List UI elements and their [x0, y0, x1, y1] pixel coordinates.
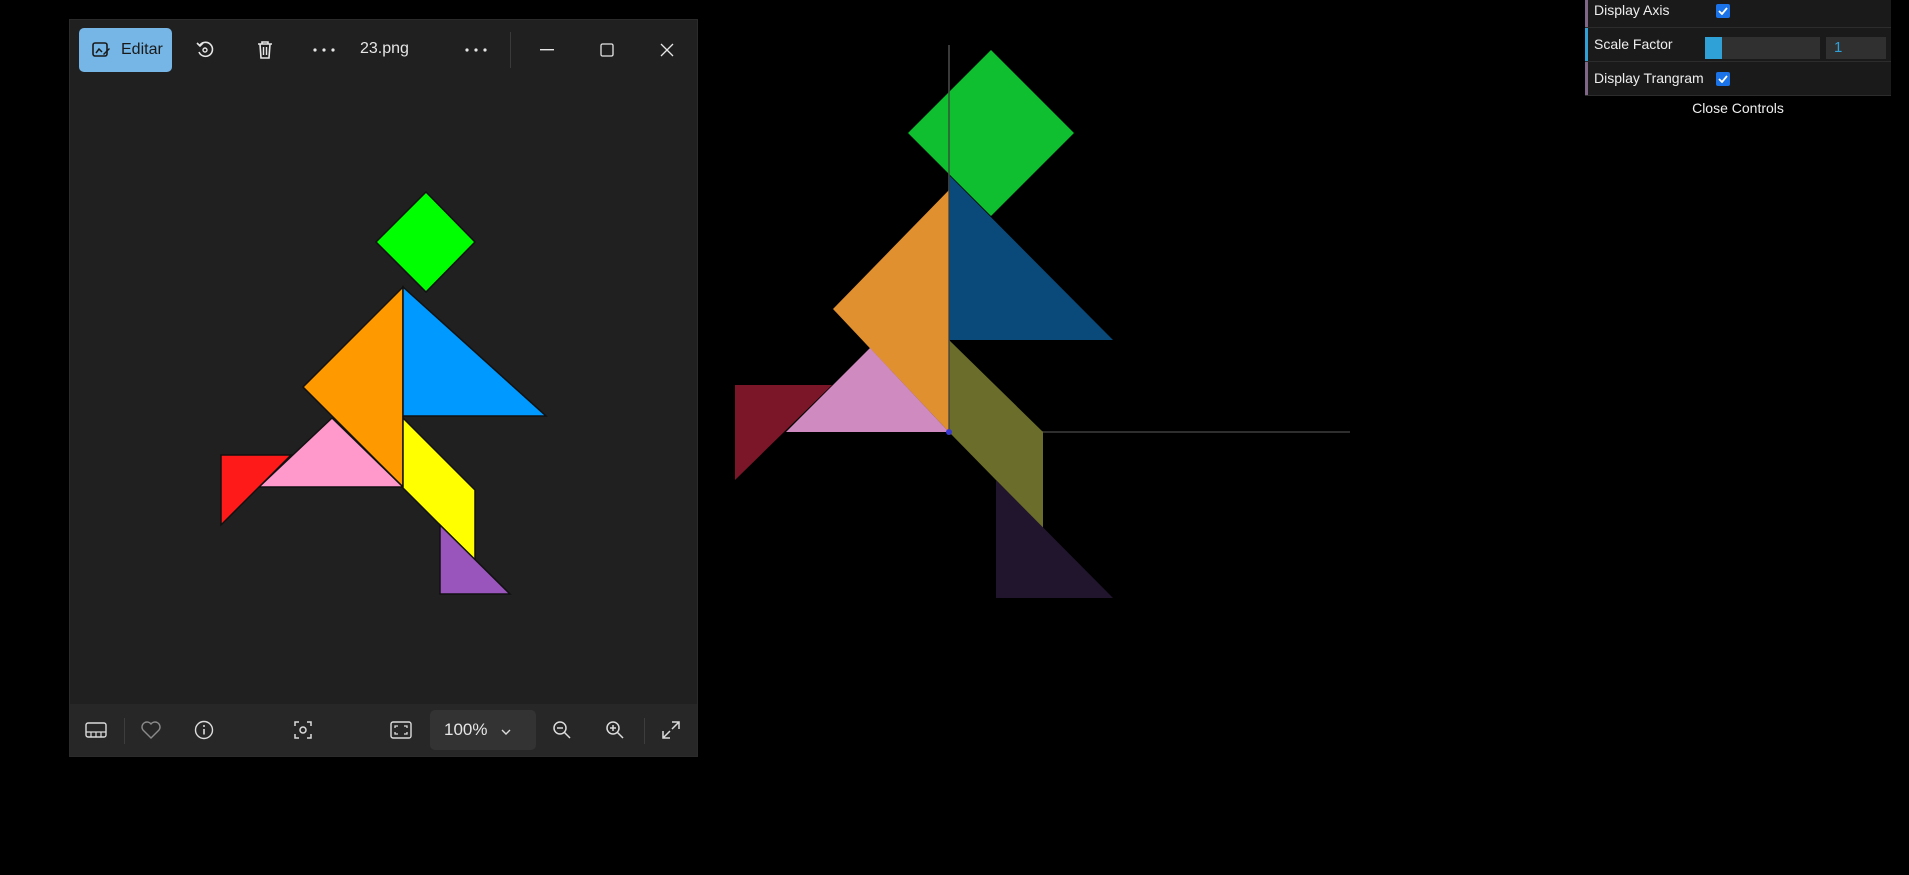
origin-marker — [946, 429, 952, 435]
rotate-icon[interactable] — [185, 30, 225, 70]
zoom-level: 100% — [444, 720, 488, 739]
trash-icon[interactable] — [245, 30, 285, 70]
zoom-in-icon[interactable] — [597, 712, 633, 748]
display-tangram-checkbox[interactable] — [1716, 72, 1730, 86]
controls-panel: Display Axis Scale Factor 1 Display Tran… — [1585, 0, 1891, 120]
row-stripe — [1585, 0, 1588, 27]
display-tangram-row: Display Trangram — [1585, 62, 1891, 96]
file-name: 23.png — [360, 40, 409, 57]
tangram-image — [220, 190, 548, 595]
scale-factor-row: Scale Factor 1 — [1585, 28, 1891, 62]
edit-label: Editar — [121, 41, 163, 58]
fullscreen-icon[interactable] — [653, 712, 689, 748]
image-red-triangle — [220, 454, 293, 527]
edit-image-icon — [92, 42, 110, 57]
zoom-out-icon[interactable] — [544, 712, 580, 748]
scale-factor-input[interactable]: 1 — [1826, 37, 1886, 59]
bottom-toolbar: 100% — [70, 704, 697, 756]
close-icon[interactable] — [647, 30, 687, 70]
title-divider — [510, 32, 511, 68]
check-icon — [1718, 7, 1728, 15]
check-icon — [1718, 75, 1728, 83]
maximize-icon[interactable] — [587, 30, 627, 70]
more-icon[interactable] — [304, 30, 344, 70]
scale-factor-label: Scale Factor — [1594, 36, 1673, 52]
filmstrip-icon[interactable] — [78, 712, 114, 748]
image-blue-triangle — [402, 285, 548, 417]
scene-square — [908, 50, 1074, 216]
scale-factor-slider[interactable] — [1705, 37, 1820, 59]
image-square — [374, 190, 477, 294]
row-stripe — [1585, 62, 1588, 95]
scene-canvas[interactable] — [700, 0, 1400, 870]
chevron-down-icon — [501, 720, 511, 740]
zoom-selector[interactable]: 100% — [430, 710, 536, 750]
slider-fill — [1705, 37, 1723, 59]
title-bar: Editar 23.png — [70, 20, 697, 80]
row-stripe — [1585, 28, 1588, 61]
image-yellow-parallelogram — [402, 416, 476, 562]
bottom-divider-2 — [644, 718, 645, 744]
minimize-icon[interactable] — [527, 30, 567, 70]
tangram-scene — [700, 0, 1400, 870]
scan-icon[interactable] — [285, 712, 321, 748]
info-icon[interactable] — [186, 712, 222, 748]
scene-red-triangle — [735, 385, 832, 480]
display-axis-label: Display Axis — [1594, 2, 1670, 18]
edit-button[interactable]: Editar — [79, 28, 172, 72]
image-canvas — [70, 80, 697, 726]
heart-icon[interactable] — [133, 712, 169, 748]
more-options-icon[interactable] — [456, 30, 496, 70]
close-controls-button[interactable]: Close Controls — [1585, 100, 1891, 116]
photo-viewer-window: Editar 23.png 100% — [69, 19, 698, 757]
display-axis-row: Display Axis — [1585, 0, 1891, 28]
scene-purple-triangle — [996, 480, 1113, 598]
fit-icon[interactable] — [383, 712, 419, 748]
scene-blue-triangle — [949, 175, 1113, 340]
display-tangram-label: Display Trangram — [1594, 70, 1704, 86]
bottom-divider — [124, 718, 125, 744]
display-axis-checkbox[interactable] — [1716, 4, 1730, 18]
